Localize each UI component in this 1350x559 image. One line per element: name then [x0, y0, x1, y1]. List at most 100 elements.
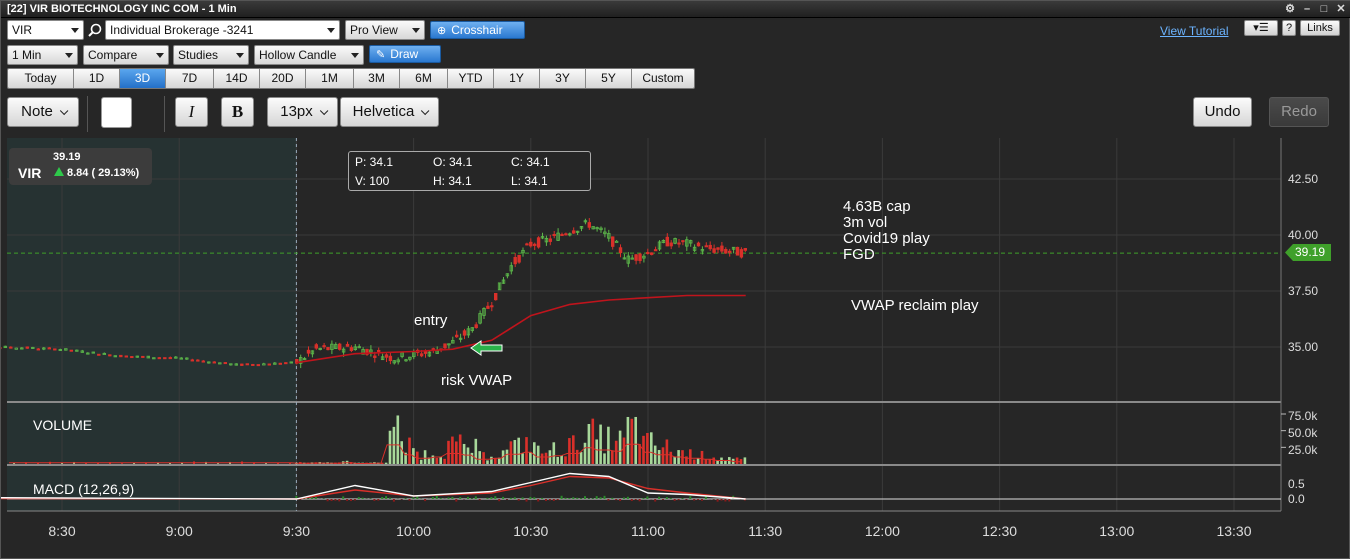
macd-histogram-bar	[560, 495, 563, 499]
period-tab-ytd[interactable]: YTD	[448, 69, 494, 88]
italic-button[interactable]: I	[175, 97, 208, 127]
period-tab-custom[interactable]: Custom	[632, 69, 694, 88]
ohlc-v: V: 100	[355, 174, 390, 188]
volume-bar	[299, 462, 302, 464]
volume-label: VOLUME	[33, 417, 93, 433]
volume-bar	[490, 456, 493, 464]
entry-note[interactable]: entry	[414, 313, 447, 329]
candle-body	[622, 257, 627, 260]
candle-body	[229, 363, 233, 366]
studies-select[interactable]: Studies	[173, 45, 249, 65]
minimize-icon[interactable]: –	[1301, 1, 1313, 17]
volume-bar	[400, 441, 403, 464]
view-tutorial-link[interactable]: View Tutorial	[1160, 24, 1228, 38]
bold-button[interactable]: B	[221, 97, 254, 127]
volume-bar	[25, 462, 27, 464]
interval-select[interactable]: 1 Min	[7, 45, 78, 65]
period-tab-3m[interactable]: 3M	[354, 69, 400, 88]
period-tab-1m[interactable]: 1M	[306, 69, 354, 88]
macd-histogram-bar	[509, 497, 512, 499]
volume-bar	[431, 455, 435, 464]
crosshair-button[interactable]: ⊕ Crosshair	[430, 21, 525, 39]
period-tab-20d[interactable]: 20D	[260, 69, 306, 88]
macd-histogram-bar	[346, 499, 349, 501]
candle-body	[97, 353, 101, 356]
chart-style-select[interactable]: Hollow Candle	[254, 45, 364, 65]
risk-note[interactable]: risk VWAP	[441, 373, 512, 389]
links-button[interactable]: Links	[1300, 20, 1340, 36]
entry-arrow-icon	[470, 340, 503, 356]
stats-note[interactable]: 4.63B cap 3m vol Covid19 play FGD	[843, 199, 930, 263]
macd-histogram-bar	[630, 499, 633, 502]
volume-bar	[169, 462, 171, 464]
macd-histogram-bar	[584, 496, 586, 499]
macd-histogram-bar	[716, 499, 719, 502]
redo-button[interactable]: Redo	[1269, 97, 1329, 127]
period-tab-7d[interactable]: 7D	[166, 69, 214, 88]
price-axis-label: 42.50	[1288, 172, 1319, 186]
candle-body	[318, 347, 322, 350]
candle-body	[262, 363, 266, 366]
macd-histogram-bar	[314, 497, 317, 499]
period-tab-3d[interactable]: 3D	[120, 69, 166, 88]
vwap-note[interactable]: VWAP reclaim play	[851, 298, 979, 314]
close-icon[interactable]: ✕	[1335, 1, 1347, 17]
macd-histogram-bar	[513, 497, 516, 499]
period-tab-3y[interactable]: 3Y	[540, 69, 586, 88]
maximize-icon[interactable]: □	[1318, 1, 1330, 17]
period-tab-14d[interactable]: 14D	[214, 69, 260, 88]
candle-body	[64, 348, 68, 351]
period-tab-6m[interactable]: 6M	[400, 69, 448, 88]
candle-body	[692, 246, 697, 251]
volume-bar	[310, 462, 314, 464]
stats-line: 3m vol	[843, 214, 888, 231]
candle-body	[384, 354, 389, 358]
search-icon[interactable]	[88, 23, 102, 37]
period-tab-today[interactable]: Today	[8, 69, 74, 88]
period-tab-1y[interactable]: 1Y	[494, 69, 540, 88]
ohlc-l: L: 34.1	[511, 174, 548, 188]
chevron-down-icon	[412, 28, 420, 33]
draw-button[interactable]: ✎ Draw	[369, 45, 441, 63]
volume-bar	[341, 461, 345, 464]
undo-button[interactable]: Undo	[1193, 97, 1252, 127]
candle-body	[357, 346, 361, 349]
candle-body	[513, 257, 517, 265]
color-swatch[interactable]	[101, 97, 132, 128]
volume-bar	[700, 450, 704, 464]
macd-histogram-bar	[435, 495, 438, 499]
volume-bar	[97, 462, 99, 464]
volume-bar	[529, 451, 532, 464]
macd-histogram-bar	[693, 499, 696, 501]
chevron-down-icon	[156, 53, 164, 58]
candle-body	[190, 359, 194, 362]
candle-body	[427, 351, 432, 357]
candle-body	[152, 357, 156, 360]
studies-value: Studies	[178, 48, 219, 62]
compare-select[interactable]: Compare	[83, 45, 169, 65]
candle-body	[731, 246, 736, 250]
font-family-select[interactable]: Helvetica	[340, 97, 439, 127]
candle-body	[278, 362, 282, 365]
period-tab-1d[interactable]: 1D	[74, 69, 120, 88]
price-axis-label: 40.00	[1288, 228, 1319, 242]
period-tab-5y[interactable]: 5Y	[586, 69, 632, 88]
macd-histogram-bar	[350, 499, 352, 502]
note-select[interactable]: Note	[7, 97, 79, 127]
font-size-select[interactable]: 13px	[267, 97, 338, 127]
volume-bar	[306, 462, 310, 464]
volume-bar	[669, 451, 673, 464]
help-button[interactable]: ?	[1282, 20, 1296, 36]
settings-icon[interactable]: ⚙	[1284, 1, 1296, 17]
symbol-input[interactable]: VIR	[7, 20, 84, 40]
macd-histogram-bar	[607, 499, 610, 501]
account-select[interactable]: Individual Brokerage -3241	[105, 20, 340, 40]
candle-body	[486, 305, 490, 309]
menu-button[interactable]: ▾☰	[1244, 20, 1278, 36]
candle-body	[102, 352, 106, 355]
volume-bar	[345, 460, 349, 464]
view-select[interactable]: Pro View	[345, 20, 425, 40]
time-axis-label: 12:00	[864, 523, 900, 539]
time-axis-label: 9:30	[282, 523, 311, 539]
macd-histogram-bar	[595, 496, 598, 499]
